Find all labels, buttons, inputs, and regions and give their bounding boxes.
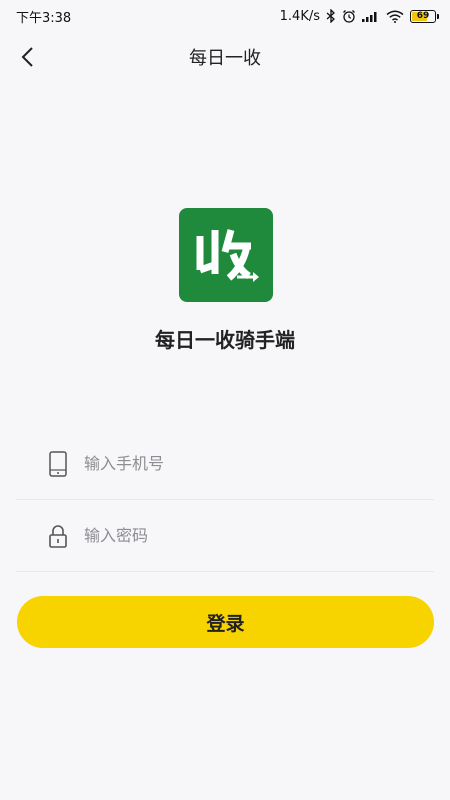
chevron-left-icon: [21, 47, 33, 67]
app-logo: [179, 208, 273, 302]
password-input[interactable]: [84, 526, 404, 545]
page-title: 每日一收: [189, 48, 261, 69]
network-speed: 1.4K/s: [279, 8, 320, 24]
battery-icon: 69: [410, 9, 439, 23]
logo-glyph-icon: [196, 229, 259, 282]
password-row: [16, 500, 434, 572]
back-button[interactable]: [12, 42, 42, 72]
bluetooth-icon: [326, 9, 335, 23]
nav-bar: 每日一收: [0, 32, 450, 82]
status-time: 下午3:38: [16, 10, 72, 26]
wifi-icon: [386, 10, 404, 23]
phone-row: [16, 428, 434, 500]
battery-level: 69: [416, 11, 430, 21]
status-bar: 下午3:38 1.4K/s 69: [0, 0, 450, 32]
phone-input[interactable]: [84, 454, 404, 473]
status-icons: 1.4K/s 69: [279, 8, 439, 24]
login-button[interactable]: 登录: [17, 596, 434, 648]
app-name: 每日一收骑手端: [155, 328, 295, 352]
phone-icon: [36, 450, 80, 477]
alarm-icon: [343, 10, 355, 23]
lock-icon: [36, 524, 80, 548]
signal-icon: [362, 12, 377, 22]
